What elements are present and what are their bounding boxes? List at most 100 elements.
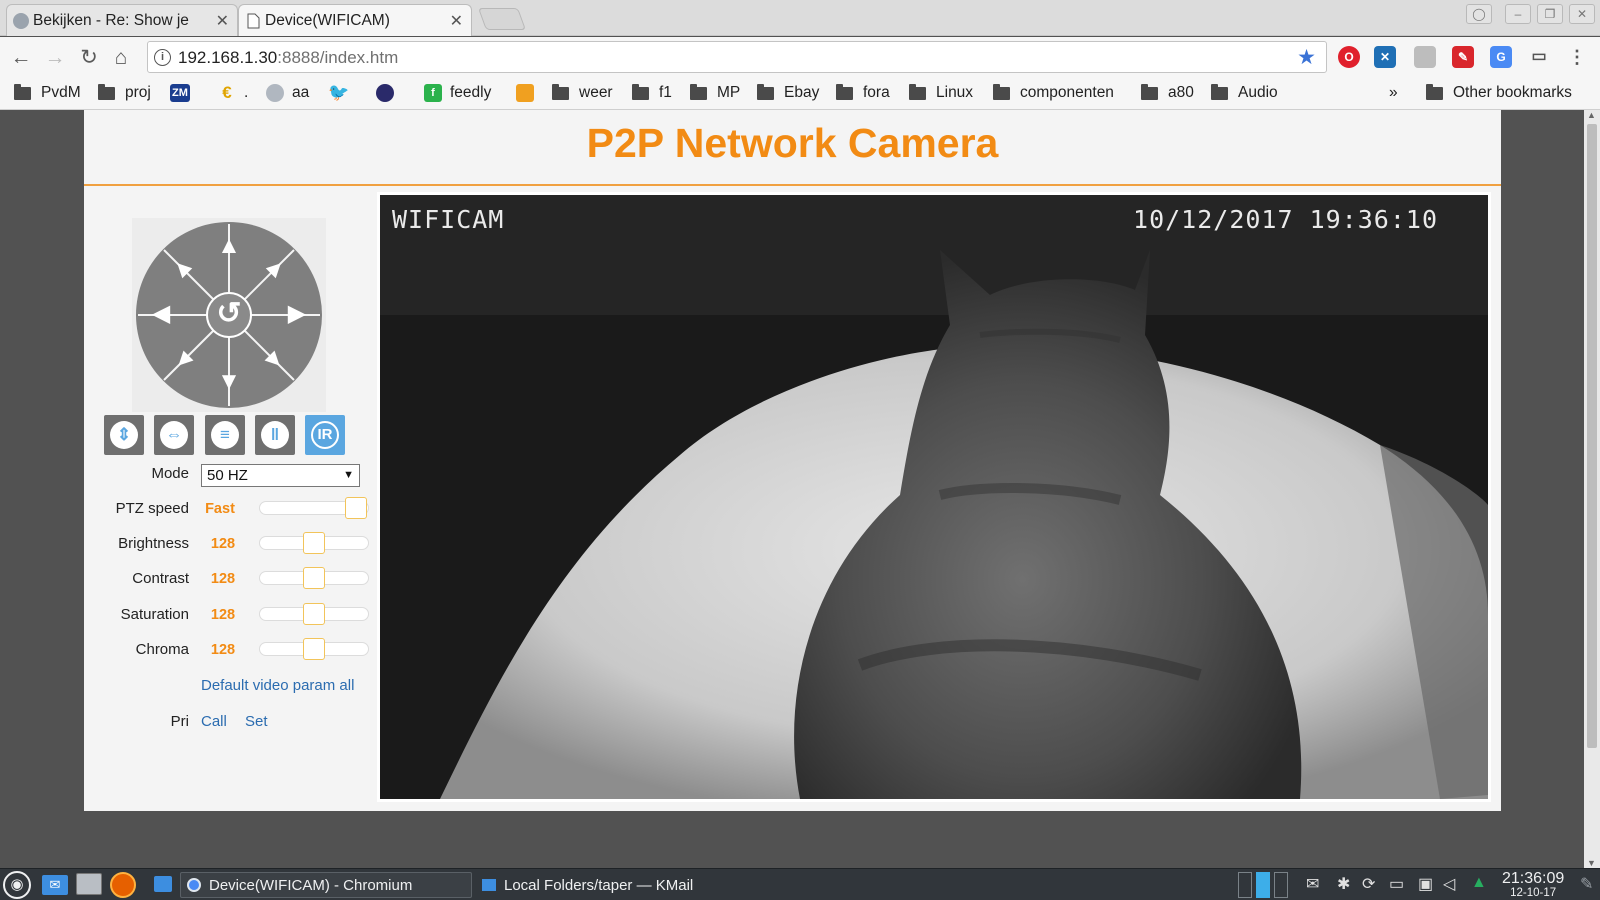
bookmark-componenten[interactable]: componenten xyxy=(993,81,1114,105)
home-icon[interactable]: ⌂ xyxy=(108,45,134,71)
tab-device-wificam[interactable]: Device(WIFICAM) ✕ xyxy=(238,4,472,36)
taskbar-task-chromium[interactable]: Device(WIFICAM) - Chromium xyxy=(180,872,472,898)
brightness-slider[interactable] xyxy=(259,532,369,554)
close-icon[interactable]: ✕ xyxy=(450,11,463,31)
cast-icon[interactable]: ▭ xyxy=(1528,46,1550,68)
chroma-slider[interactable] xyxy=(259,638,369,660)
mail-tray-icon[interactable]: ✉ xyxy=(1306,874,1319,894)
bluetooth-icon[interactable]: ✱ xyxy=(1337,874,1350,894)
bookmark-euro[interactable]: €. xyxy=(218,81,248,105)
translate-extension-icon[interactable]: G xyxy=(1490,46,1512,68)
other-bookmarks[interactable]: Other bookmarks xyxy=(1426,81,1572,105)
restore-button[interactable]: ❐ xyxy=(1537,4,1563,24)
opera-extension-icon[interactable]: O xyxy=(1338,46,1360,68)
forward-arrow-icon[interactable]: → xyxy=(42,45,68,71)
extension-icon[interactable]: ✕ xyxy=(1374,46,1396,68)
start-menu-icon[interactable]: ◉ xyxy=(3,871,31,899)
folder-icon xyxy=(98,83,115,100)
mail-launcher-icon[interactable]: ✉ xyxy=(42,875,68,895)
folder-icon xyxy=(14,83,31,100)
close-window-button[interactable]: ✕ xyxy=(1569,4,1595,24)
slider-thumb[interactable] xyxy=(303,603,325,625)
close-icon[interactable]: ✕ xyxy=(216,11,229,31)
volume-icon[interactable]: ◁ xyxy=(1443,874,1455,894)
desktop-taskbar: ◉ ✉ Device(WIFICAM) - Chromium Local Fol… xyxy=(0,868,1600,900)
bookmark-f1[interactable]: f1 xyxy=(632,81,672,105)
pager-desktop-1[interactable] xyxy=(1238,872,1252,898)
bookmark-twitter[interactable]: 🐦 xyxy=(328,81,354,105)
minimize-button[interactable]: – xyxy=(1505,4,1531,24)
bookmark-site[interactable] xyxy=(376,81,402,105)
task-label: Device(WIFICAM) - Chromium xyxy=(209,876,413,894)
pan-up-arrow-icon[interactable]: ▲ xyxy=(216,234,242,260)
bookmark-linux[interactable]: Linux xyxy=(909,81,973,105)
back-arrow-icon[interactable]: ← xyxy=(8,45,34,71)
desktop-launcher-icon[interactable] xyxy=(76,873,102,895)
horizontal-arrows-icon: ⇔ xyxy=(160,421,188,449)
device-icon[interactable]: ▣ xyxy=(1418,874,1433,894)
pager-desktop-2[interactable] xyxy=(1256,872,1270,898)
scroll-down-arrow-icon[interactable]: ▼ xyxy=(1587,858,1596,868)
bookmark-aa[interactable]: aa xyxy=(266,81,309,105)
updates-icon[interactable]: ▲ xyxy=(1471,874,1487,892)
mode-select[interactable]: 50 HZ ▼ xyxy=(201,464,360,487)
menu-icon[interactable]: ⋮ xyxy=(1566,46,1588,68)
scroll-up-arrow-icon[interactable]: ▲ xyxy=(1587,110,1596,120)
taskbar-task-kmail[interactable]: Local Folders/taper — KMail xyxy=(482,872,693,898)
ptz-speed-slider[interactable] xyxy=(259,497,369,519)
pen-extension-icon[interactable]: ✎ xyxy=(1452,46,1474,68)
scrollbar-thumb[interactable] xyxy=(1587,124,1597,748)
clock[interactable]: 21:36:09 12-10-17 xyxy=(1502,870,1564,900)
vertical-patrol-button[interactable]: ≡ xyxy=(205,415,245,455)
bookmark-zm[interactable]: ZM xyxy=(170,81,198,105)
preset-set-link[interactable]: Set xyxy=(245,713,268,730)
bookmark-site[interactable] xyxy=(516,81,542,105)
camera-page: P2P Network Camera ▲ ▼ ◀ ▶ ▲ ▲ ▼ ▼ ↺ ⇕ ⇔… xyxy=(84,110,1501,811)
default-video-param-link[interactable]: Default video param all xyxy=(201,677,354,694)
pan-down-arrow-icon[interactable]: ▼ xyxy=(216,370,242,396)
bookmark-weer[interactable]: weer xyxy=(552,81,613,105)
horizontal-patrol-button[interactable]: ‖ xyxy=(255,415,295,455)
firefox-launcher-icon[interactable] xyxy=(110,872,136,898)
reload-icon[interactable]: ↻ xyxy=(76,45,102,71)
address-bar[interactable]: i 192.168.1.30:8888/index.htm ★ xyxy=(147,41,1327,73)
saturation-slider[interactable] xyxy=(259,603,369,625)
bookmark-ebay[interactable]: Ebay xyxy=(757,81,819,105)
bookmark-star-icon[interactable]: ★ xyxy=(1297,45,1316,70)
new-tab-button[interactable] xyxy=(477,8,527,30)
slider-thumb[interactable] xyxy=(345,497,367,519)
header-divider xyxy=(84,184,1501,186)
bookmark-feedly[interactable]: f feedly xyxy=(424,81,491,105)
page-scrollbar[interactable]: ▲ ▼ xyxy=(1584,110,1600,868)
profile-icon[interactable]: ◯ xyxy=(1466,4,1492,24)
preset-call-link[interactable]: Call xyxy=(201,713,227,730)
ir-button[interactable]: IR xyxy=(305,415,345,455)
contrast-slider[interactable] xyxy=(259,567,369,589)
pager-desktop-3[interactable] xyxy=(1274,872,1288,898)
battery-icon[interactable]: ▭ xyxy=(1389,874,1404,894)
folder-icon xyxy=(836,83,853,100)
bookmark-audio[interactable]: Audio xyxy=(1211,81,1278,105)
ptz-reset-icon[interactable]: ↺ xyxy=(206,292,252,338)
slider-thumb[interactable] xyxy=(303,567,325,589)
camera-video-feed[interactable]: WIFICAM 10/12/2017 19:36:10 xyxy=(377,192,1491,802)
panel-settings-icon[interactable]: ✎ xyxy=(1580,874,1593,894)
bookmark-mp[interactable]: MP xyxy=(690,81,740,105)
file-manager-launcher-icon[interactable] xyxy=(154,876,172,892)
info-icon[interactable]: i xyxy=(154,49,171,66)
flip-horizontal-button[interactable]: ⇔ xyxy=(154,415,194,455)
slider-thumb[interactable] xyxy=(303,638,325,660)
extension-icon[interactable] xyxy=(1414,46,1436,68)
page-title: P2P Network Camera xyxy=(586,120,999,166)
bookmarks-overflow-button[interactable]: » xyxy=(1389,81,1398,105)
pan-right-arrow-icon[interactable]: ▶ xyxy=(284,302,310,328)
bookmark-pvdm[interactable]: PvdM xyxy=(14,81,81,105)
slider-thumb[interactable] xyxy=(303,532,325,554)
flip-vertical-button[interactable]: ⇕ xyxy=(104,415,144,455)
bookmark-fora[interactable]: fora xyxy=(836,81,890,105)
pan-left-arrow-icon[interactable]: ◀ xyxy=(148,302,174,328)
bookmark-a80[interactable]: a80 xyxy=(1141,81,1194,105)
network-icon[interactable]: ⟳ xyxy=(1362,874,1375,894)
bookmark-proj[interactable]: proj xyxy=(98,81,151,105)
tab-bekijken[interactable]: Bekijken - Re: Show je ✕ xyxy=(6,4,238,36)
